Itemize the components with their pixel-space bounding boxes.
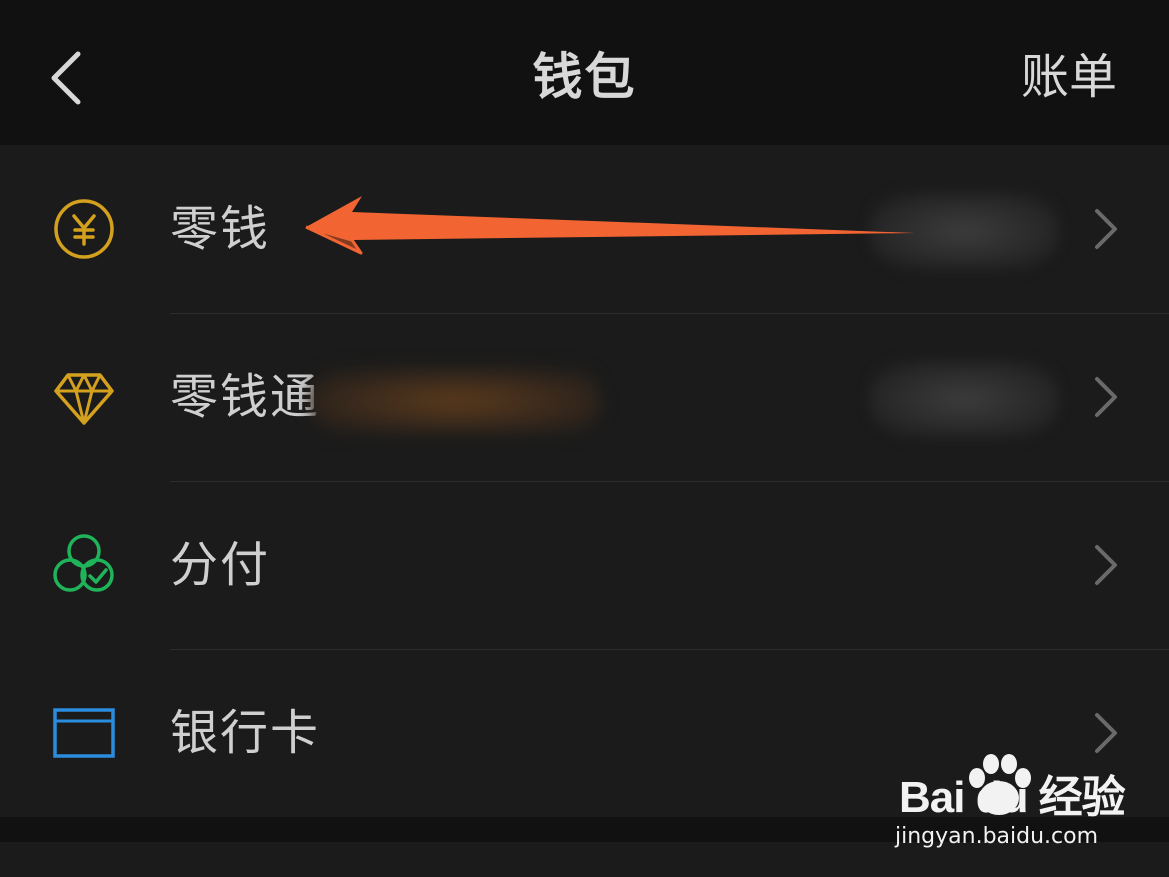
wallet-item-label: 零钱通 bbox=[170, 369, 321, 425]
watermark-brand: Bai du 经验 bbox=[899, 773, 1126, 822]
blurred-balance bbox=[869, 361, 1059, 437]
chevron-right-icon bbox=[1095, 545, 1117, 585]
watermark-url: jingyan.baidu.com bbox=[895, 824, 1099, 849]
wallet-item-label: 银行卡 bbox=[170, 705, 321, 761]
blurred-balance bbox=[869, 193, 1059, 269]
top-nav-bar: 钱包 账单 bbox=[0, 0, 1169, 145]
blurred-subtitle bbox=[310, 369, 600, 433]
wallet-item-change-plus[interactable]: 零钱通 bbox=[0, 313, 1169, 481]
wallet-item-label: 分付 bbox=[170, 537, 271, 593]
page-title: 钱包 bbox=[532, 48, 637, 106]
card-icon bbox=[50, 699, 118, 767]
chevron-right-icon bbox=[1095, 713, 1117, 753]
wallet-item-change[interactable]: 零钱 bbox=[0, 145, 1169, 313]
baidu-watermark: Bai du 经验 jingyan.baidu.com bbox=[895, 752, 1126, 857]
diamond-icon bbox=[50, 363, 118, 431]
wallet-list: 零钱 零钱通 分付 银行卡 bbox=[0, 145, 1169, 817]
overlapping-circles-check-icon bbox=[50, 531, 118, 599]
wallet-screen: 钱包 账单 零钱 零钱通 分付 银行卡 Bai du 经验 jingyan.ba… bbox=[0, 0, 1169, 877]
wallet-item-fenfu[interactable]: 分付 bbox=[0, 481, 1169, 649]
chevron-right-icon bbox=[1095, 377, 1117, 417]
chevron-right-icon bbox=[1095, 209, 1117, 249]
bill-button[interactable]: 账单 bbox=[1021, 44, 1117, 110]
wallet-item-label: 零钱 bbox=[170, 201, 271, 257]
yuan-coin-icon bbox=[50, 195, 118, 263]
